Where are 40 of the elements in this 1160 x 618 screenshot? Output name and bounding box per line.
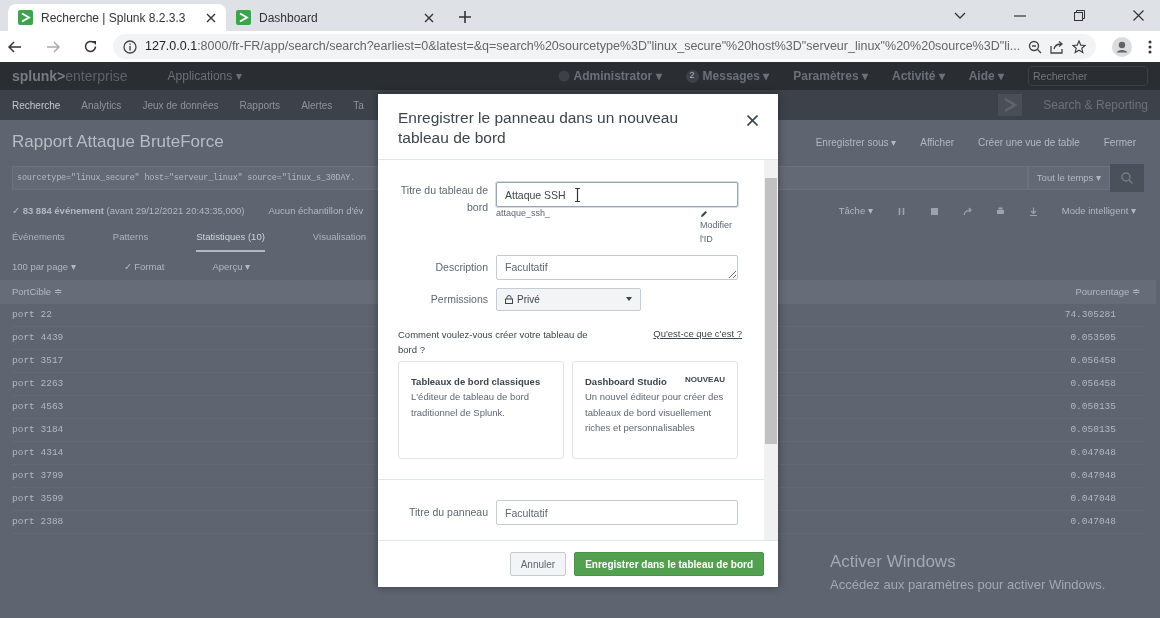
field-label: Titre du panneau [408,505,488,521]
table-cell-text: 0.053505 [1070,330,1116,345]
option-description: Un nouvel éditeur pour créer des tableaux de bord visuellement riches et personnalisables [585,390,725,435]
table-cell-text: port 3517 [12,353,64,368]
field-label: Description [434,259,488,275]
table-cell-text: 0.047048 [1070,445,1116,460]
table-cell-text: port 3599 [12,491,64,506]
tab-title: Recherche | Splunk 8.2.3.3 [41,9,187,27]
question-text: Comment voulez-vous créer votre tableau de bord ? [398,327,589,357]
table-cell-text: port 22 [12,307,52,322]
field-label: Titre du tableau de bord [399,183,488,215]
table-cell-text: 0.047048 [1070,491,1116,506]
table-cell-text: 74.305281 [1064,307,1116,322]
option-description: L'éditeur de tableau de bord traditionnel de Splunk. [411,390,531,420]
count-badge: 2 [685,69,699,83]
new-label: NOUVEAU [685,374,725,387]
option-title: Tableaux de bord classiques [411,375,541,390]
report-title: Rapport Attaque BruteForce [12,131,224,154]
dialog-title: Enregistrer le panneau dans un nouveau tableau de bord [398,108,680,149]
table-cell-text: 0.056458 [1070,353,1116,368]
table-cell-text: port 2263 [12,376,64,391]
dashboard-id: attaque_ssh_ [496,207,551,220]
table-cell-text: port 4314 [12,445,64,460]
table-cell-text: port 4439 [12,330,64,345]
table-cell-text: 0.047048 [1070,468,1116,483]
field-label: Permissions [429,291,488,307]
table-cell-text: 0.056458 [1070,376,1116,391]
table-cell-text: port 2388 [12,514,64,529]
tab-title: Dashboard [259,9,319,27]
option-title: Dashboard Studio [585,375,667,390]
table-cell-text: 0.047048 [1070,514,1116,529]
activation-text: Accédez aux paramètres pour activer Windows. [830,575,1106,594]
table-cell-text: 0.050135 [1070,422,1116,437]
table-cell-text: port 4563 [12,399,64,414]
table-cell-text: 0.050135 [1070,399,1116,414]
event-summary: ✓ 83 884 événement (avant 29/12/2021 20:43:35,000) [12,203,245,218]
url-text: 127.0.0.1:8000/fr-FR/app/search/search?earliest=0&latest=&q=search%20sourcetype%3D"linux_secure"%20host%3D"serveur_linux"%20%20source%3D"li... [145,38,1020,56]
table-cell-text: port 3184 [12,422,64,437]
activation-title: Activer Windows [830,551,957,573]
table-cell-text: port 3799 [12,468,64,483]
